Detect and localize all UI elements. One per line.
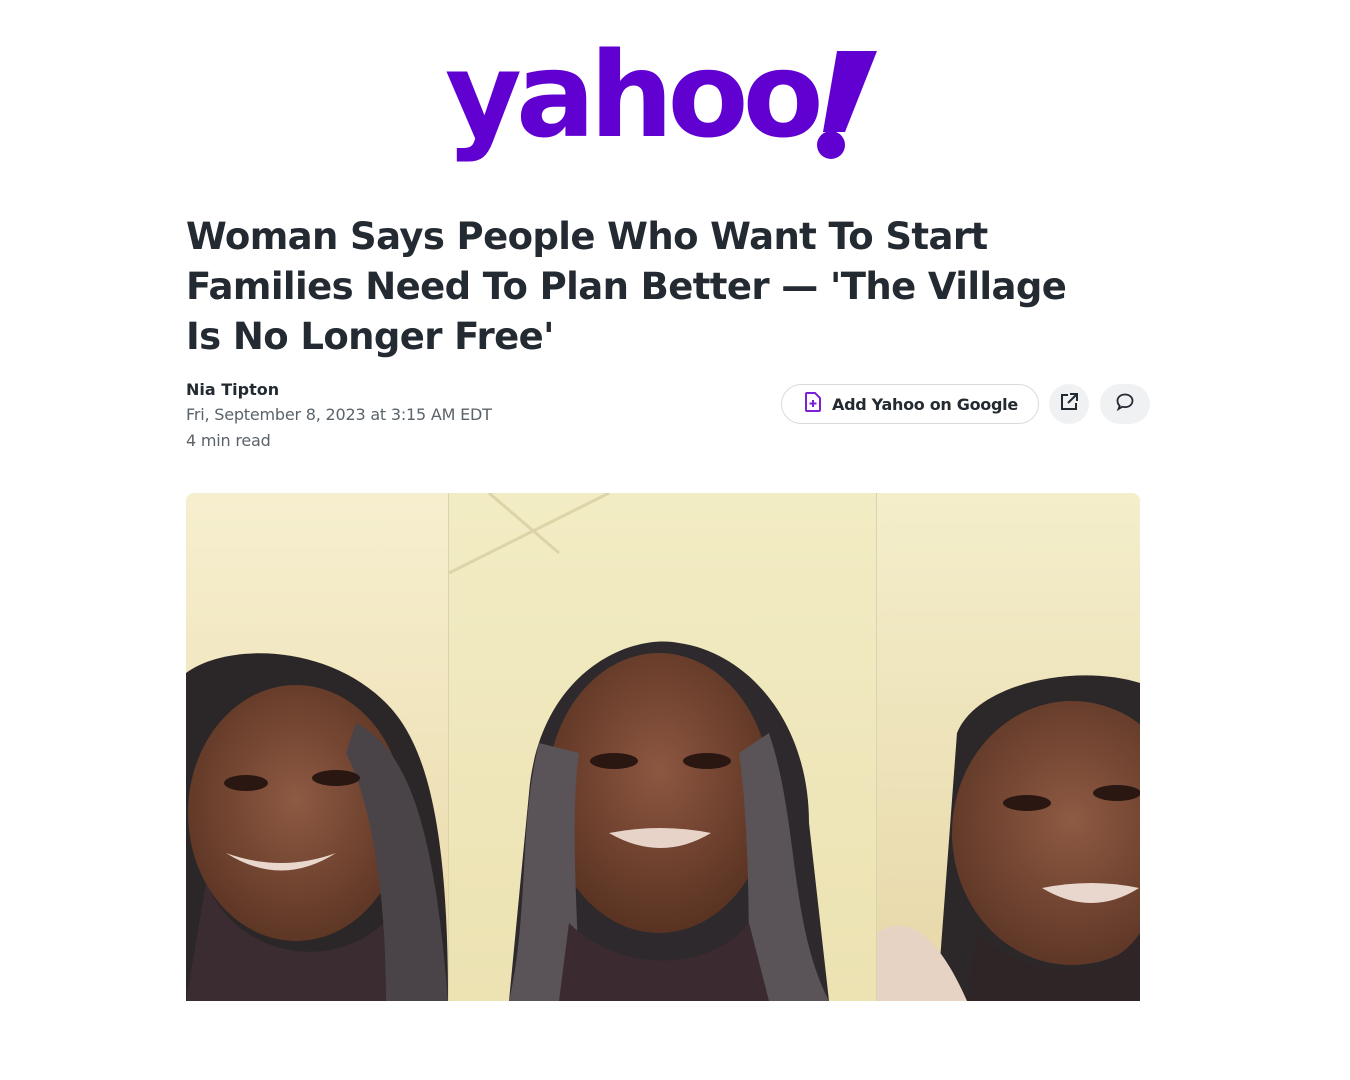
speech-bubble-icon [1115, 392, 1135, 416]
share-button[interactable] [1048, 384, 1089, 424]
svg-text:yahoo: yahoo [445, 34, 819, 164]
document-plus-icon [804, 392, 822, 416]
author-name[interactable]: Nia Tipton [186, 378, 492, 402]
external-share-icon [1059, 392, 1079, 416]
read-time: 4 min read [186, 431, 271, 450]
hero-image[interactable] [186, 493, 1140, 1001]
yahoo-logo[interactable]: yahoo [445, 34, 885, 184]
add-yahoo-on-google-button[interactable]: Add Yahoo on Google [781, 384, 1039, 424]
byline: Nia Tipton Fri, September 8, 2023 at 3:1… [186, 378, 492, 454]
comments-button[interactable] [1099, 384, 1150, 424]
add-yahoo-on-google-label: Add Yahoo on Google [832, 394, 1018, 414]
hero-panel-left [186, 493, 448, 1001]
hero-panel-center [449, 493, 876, 1001]
publish-date: Fri, September 8, 2023 at 3:15 AM EDT [186, 405, 492, 424]
hero-panel-right [877, 493, 1140, 1001]
article-headline: Woman Says People Who Want To Start Fami… [186, 215, 1067, 358]
article-actions: Add Yahoo on Google [781, 384, 1150, 424]
